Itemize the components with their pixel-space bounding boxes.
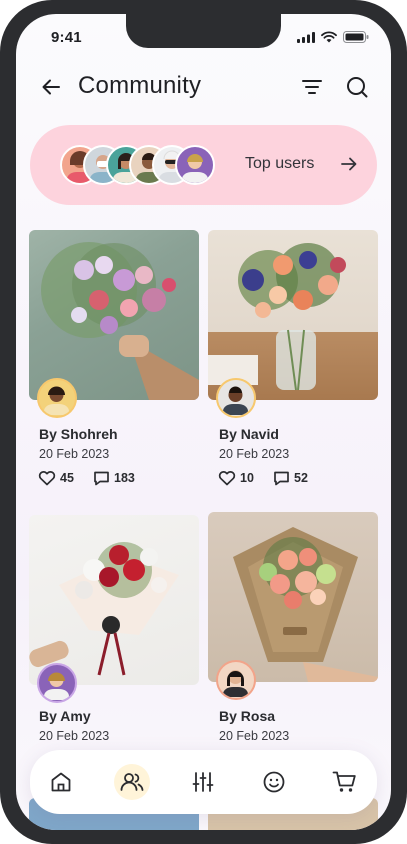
- like-count-value: 10: [240, 471, 254, 485]
- comment-icon: [94, 471, 109, 486]
- filter-button[interactable]: [299, 74, 325, 100]
- post-date: 20 Feb 2023: [219, 447, 290, 461]
- page-title: Community: [78, 72, 202, 99]
- post-photo[interactable]: [29, 515, 199, 685]
- cart-icon: [332, 771, 356, 792]
- post-photo[interactable]: [208, 512, 378, 682]
- nav-home[interactable]: [43, 764, 79, 800]
- post-author[interactable]: By Amy: [39, 708, 91, 724]
- phone-frame: 9:41 Community Top users By Shohreh 20 F…: [0, 0, 407, 844]
- top-users-banner[interactable]: Top users: [30, 125, 377, 205]
- post-photo[interactable]: [208, 230, 378, 400]
- like-count[interactable]: 45: [38, 470, 74, 486]
- smile-icon: [263, 771, 285, 793]
- nav-cart[interactable]: [327, 764, 363, 800]
- comment-icon: [274, 471, 289, 486]
- notch: [126, 14, 281, 48]
- top-users-avatars: [60, 145, 220, 185]
- battery-icon: [343, 31, 369, 43]
- status-time: 9:41: [51, 29, 82, 46]
- author-avatar[interactable]: [37, 663, 77, 703]
- search-icon: [347, 77, 368, 98]
- nav-profile[interactable]: [256, 764, 292, 800]
- home-icon: [51, 772, 71, 792]
- author-avatar[interactable]: [37, 378, 77, 418]
- app-screen: 9:41 Community Top users By Shohreh 20 F…: [16, 14, 391, 830]
- nav-filters[interactable]: [185, 764, 221, 800]
- sliders-icon: [192, 772, 214, 792]
- header: Community: [16, 62, 391, 112]
- author-avatar[interactable]: [216, 660, 256, 700]
- author-avatar[interactable]: [216, 378, 256, 418]
- search-button[interactable]: [344, 74, 370, 100]
- post-date: 20 Feb 2023: [219, 729, 290, 743]
- heart-icon: [218, 471, 236, 486]
- post-card[interactable]: By Amy 20 Feb 2023: [29, 515, 199, 755]
- like-count-value: 45: [60, 471, 74, 485]
- back-button[interactable]: [38, 74, 64, 100]
- arrow-left-icon: [42, 79, 60, 95]
- post-author[interactable]: By Navid: [219, 426, 279, 442]
- post-author[interactable]: By Shohreh: [39, 426, 118, 442]
- community-icon: [120, 773, 144, 791]
- nav-community[interactable]: [114, 764, 150, 800]
- arrow-right-icon: [341, 157, 357, 171]
- comment-count[interactable]: 183: [93, 470, 135, 486]
- signal-icon: [297, 31, 315, 43]
- top-users-label: Top users: [245, 155, 315, 172]
- post-date: 20 Feb 2023: [39, 729, 110, 743]
- post-card[interactable]: By Navid 20 Feb 2023 10 52: [208, 230, 378, 490]
- heart-icon: [38, 471, 56, 486]
- like-count[interactable]: 10: [218, 470, 254, 486]
- status-icons: [297, 31, 369, 43]
- post-author[interactable]: By Rosa: [219, 708, 275, 724]
- comment-count-value: 183: [114, 471, 135, 485]
- avatar[interactable]: [175, 145, 215, 185]
- post-photo[interactable]: [29, 230, 199, 400]
- post-card[interactable]: By Shohreh 20 Feb 2023 45 183: [29, 230, 199, 490]
- filter-icon: [302, 80, 322, 94]
- comment-count[interactable]: 52: [273, 470, 308, 486]
- post-date: 20 Feb 2023: [39, 447, 110, 461]
- comment-count-value: 52: [294, 471, 308, 485]
- bottom-nav: [30, 750, 377, 814]
- wifi-icon: [321, 31, 337, 43]
- post-card[interactable]: By Rosa 20 Feb 2023: [208, 512, 378, 752]
